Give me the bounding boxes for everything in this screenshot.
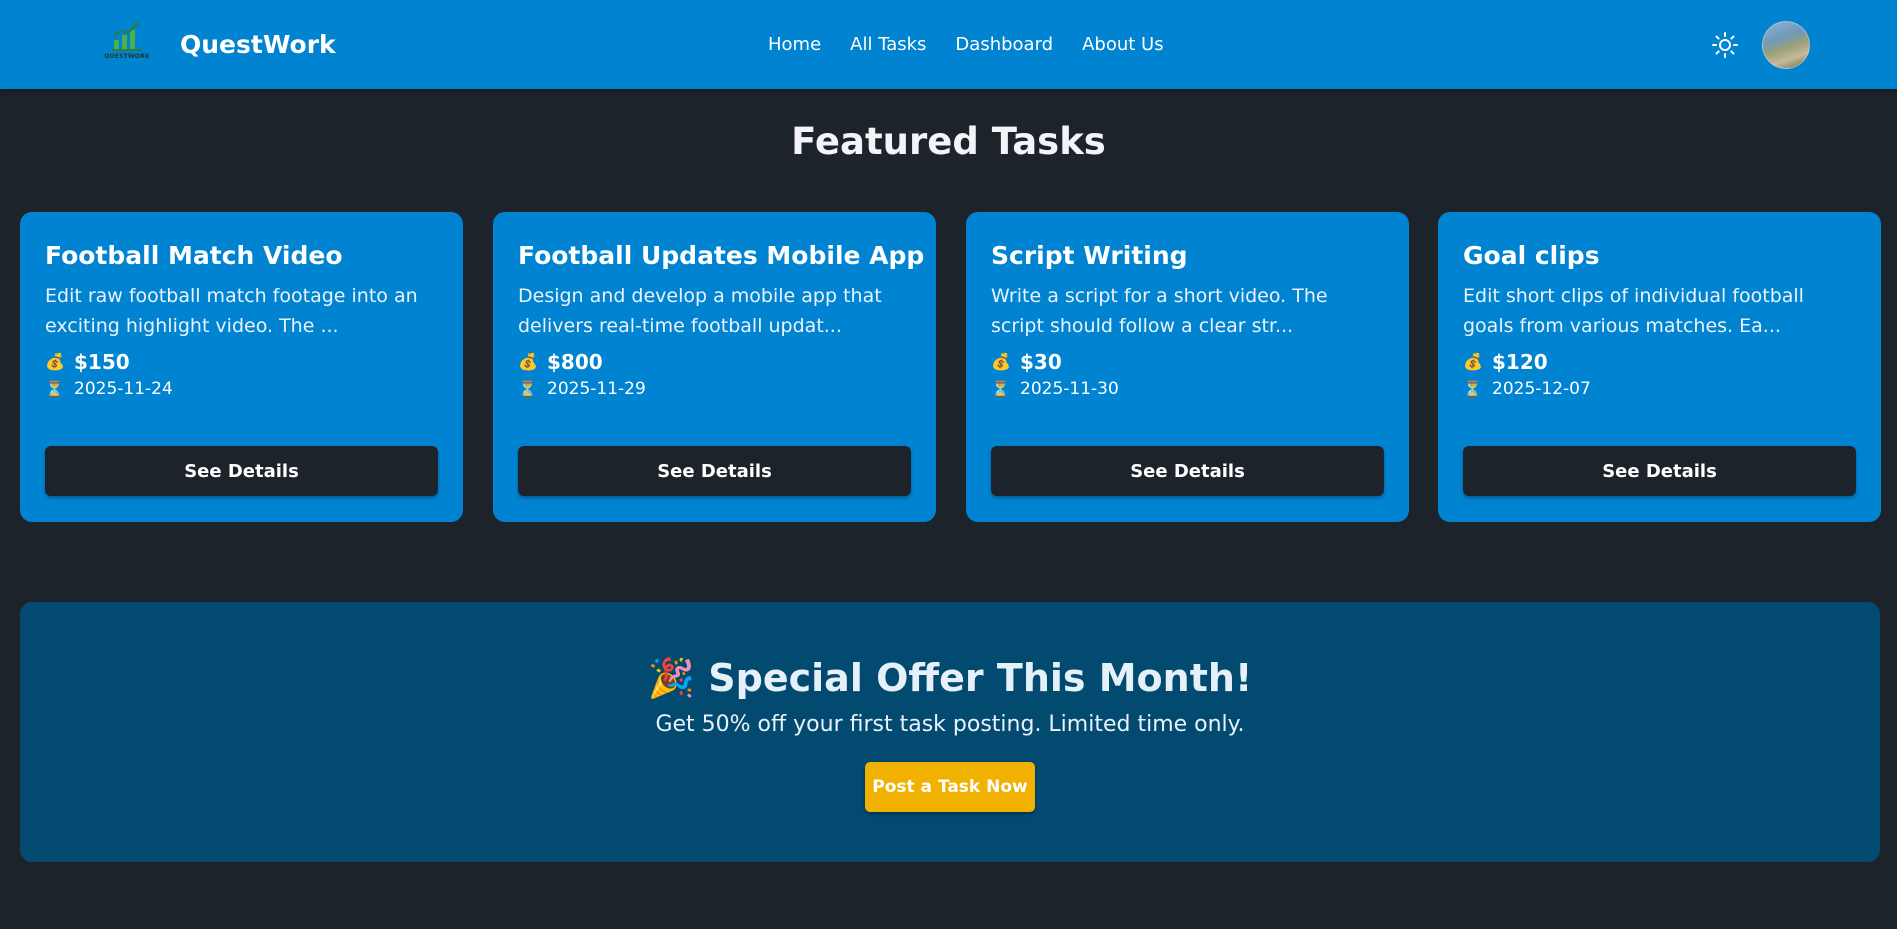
deadline-value: 2025-11-30 (1020, 379, 1119, 399)
chart-logo-icon (112, 22, 142, 51)
task-card: Football Match Video Edit raw football m… (20, 212, 463, 522)
brand-name[interactable]: QuestWork (180, 30, 336, 60)
task-card-price: 💰 $30 (991, 348, 1384, 376)
task-card: Football Updates Mobile App Design and d… (493, 212, 936, 522)
see-details-button[interactable]: See Details (1463, 446, 1856, 496)
deadline-value: 2025-12-07 (1492, 379, 1591, 399)
user-avatar[interactable] (1762, 21, 1810, 69)
price-value: $150 (74, 350, 130, 374)
task-card-title: Goal clips (1463, 241, 1600, 270)
see-details-button[interactable]: See Details (518, 446, 911, 496)
task-card-price: 💰 $800 (518, 348, 911, 376)
hourglass-icon: ⏳ (45, 380, 64, 398)
nav-all-tasks[interactable]: All Tasks (850, 33, 926, 57)
task-card-price: 💰 $150 (45, 348, 438, 376)
price-value: $800 (547, 350, 603, 374)
task-card: Script Writing Write a script for a shor… (966, 212, 1409, 522)
task-card-description: Edit short clips of individual football … (1463, 285, 1804, 337)
offer-subtitle: Get 50% off your first task posting. Lim… (655, 712, 1245, 737)
special-offer-banner: 🎉 Special Offer This Month! Get 50% off … (20, 602, 1880, 862)
money-bag-icon: 💰 (518, 352, 538, 371)
task-card-deadline: ⏳ 2025-11-30 (991, 377, 1384, 401)
navbar: QUESTWORK QuestWork Home All Tasks Dashb… (0, 0, 1897, 89)
deadline-value: 2025-11-24 (74, 379, 173, 399)
see-details-button[interactable]: See Details (991, 446, 1384, 496)
task-card-deadline: ⏳ 2025-12-07 (1463, 377, 1856, 401)
task-card-description: Design and develop a mobile app that del… (518, 285, 882, 337)
task-card: Goal clips Edit short clips of individua… (1438, 212, 1881, 522)
nav-home[interactable]: Home (768, 33, 821, 57)
nav-dashboard[interactable]: Dashboard (955, 33, 1053, 57)
hourglass-icon: ⏳ (518, 380, 537, 398)
theme-toggle-button[interactable] (1711, 31, 1739, 59)
task-card-title: Football Match Video (45, 241, 343, 270)
offer-title: 🎉 Special Offer This Month! (20, 654, 1880, 702)
task-card-title: Script Writing (991, 241, 1188, 270)
featured-tasks-heading: Featured Tasks (791, 120, 1106, 163)
task-card-description: Edit raw football match footage into an … (45, 285, 418, 337)
post-task-button[interactable]: Post a Task Now (865, 762, 1035, 812)
money-bag-icon: 💰 (45, 352, 65, 371)
nav-about-us[interactable]: About Us (1082, 33, 1164, 57)
sun-icon (1712, 32, 1738, 58)
see-details-button[interactable]: See Details (45, 446, 438, 496)
deadline-value: 2025-11-29 (547, 379, 646, 399)
task-card-deadline: ⏳ 2025-11-24 (45, 377, 438, 401)
price-value: $30 (1020, 350, 1062, 374)
logo-text: QUESTWORK (104, 53, 150, 60)
money-bag-icon: 💰 (991, 352, 1011, 371)
task-card-description: Write a script for a short video. The sc… (991, 285, 1328, 337)
hourglass-icon: ⏳ (991, 380, 1010, 398)
nav-links: Home All Tasks Dashboard About Us (768, 33, 1193, 57)
price-value: $120 (1492, 350, 1548, 374)
offer-title-text: Special Offer This Month! (708, 656, 1253, 700)
party-popper-icon: 🎉 (647, 656, 696, 700)
task-card-deadline: ⏳ 2025-11-29 (518, 377, 911, 401)
logo[interactable]: QUESTWORK (100, 20, 154, 64)
hourglass-icon: ⏳ (1463, 380, 1482, 398)
task-card-title: Football Updates Mobile App (518, 241, 925, 270)
task-card-price: 💰 $120 (1463, 348, 1856, 376)
money-bag-icon: 💰 (1463, 352, 1483, 371)
